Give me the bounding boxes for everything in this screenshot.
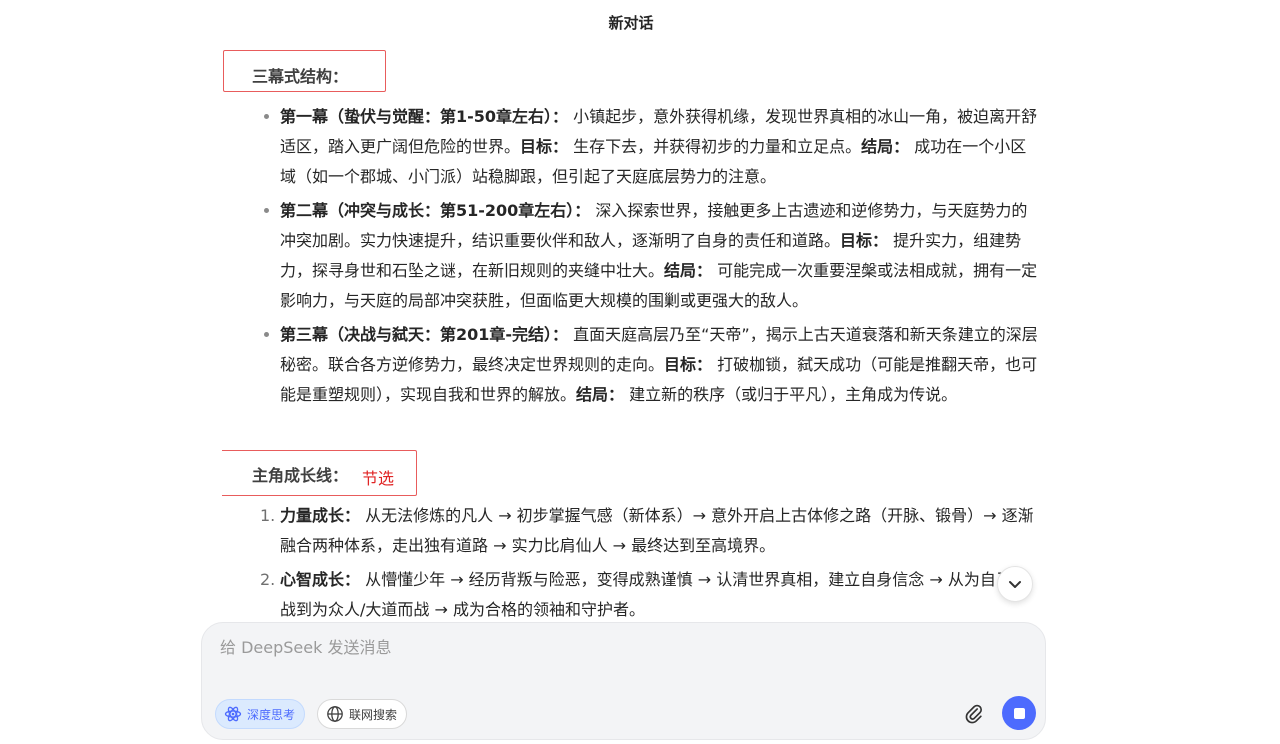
stop-icon bbox=[1013, 707, 1025, 719]
page-title: 新对话 bbox=[608, 14, 654, 32]
list-item: 第一幕（蛰伏与觉醒：第1-50章左右）： 小镇起步，意外获得机缘，发现世界真相的… bbox=[264, 102, 1042, 192]
structure-heading: 三幕式结构： bbox=[252, 67, 349, 86]
list-item: 2. 心智成长： 从懵懂少年 → 经历背叛与险恶，变得成熟谨慎 → 认清世界真相，… bbox=[260, 565, 1042, 620]
chevron-down-icon bbox=[1009, 581, 1021, 588]
deep-think-toggle[interactable]: 深度思考 bbox=[215, 699, 306, 729]
message-content: 三幕式结构： 第一幕（蛰伏与觉醒：第1-50章左右）： 小镇起步，意外获得机缘，… bbox=[222, 48, 1046, 620]
scroll-to-bottom-button[interactable] bbox=[997, 566, 1033, 602]
list-number: 2. bbox=[260, 570, 276, 589]
list-item: 1. 力量成长： 从无法修炼的凡人 → 初步掌握气感（新体系）→ 意外开启上古体修… bbox=[260, 501, 1042, 561]
attach-button[interactable] bbox=[959, 699, 989, 729]
globe-icon bbox=[327, 706, 343, 722]
web-search-label: 联网搜索 bbox=[349, 707, 398, 722]
growth-heading: 主角成长线： bbox=[252, 466, 349, 485]
list-item: 第三幕（决战与弑天：第201章-完结）： 直面天庭高层乃至“天帝”，揭示上古天道… bbox=[264, 320, 1042, 410]
excerpt-annotation: 节选 bbox=[362, 469, 395, 488]
web-search-toggle[interactable]: 联网搜索 bbox=[317, 699, 408, 729]
message-composer: 深度思考 联网搜索 bbox=[201, 622, 1046, 740]
message-input[interactable] bbox=[218, 637, 1022, 658]
atom-icon bbox=[224, 706, 242, 722]
paperclip-icon bbox=[965, 704, 982, 724]
deep-think-label: 深度思考 bbox=[247, 707, 296, 722]
list-item: 第二幕（冲突与成长：第51-200章左右）： 深入探索世界，接触更多上古遗迹和逆… bbox=[264, 196, 1042, 316]
stop-generation-button[interactable] bbox=[1002, 696, 1036, 730]
acts-list: 第一幕（蛰伏与觉醒：第1-50章左右）： 小镇起步，意外获得机缘，发现世界真相的… bbox=[264, 102, 1042, 414]
growth-list: 1. 力量成长： 从无法修炼的凡人 → 初步掌握气感（新体系）→ 意外开启上古体修… bbox=[260, 501, 1042, 620]
list-number: 1. bbox=[260, 506, 276, 525]
